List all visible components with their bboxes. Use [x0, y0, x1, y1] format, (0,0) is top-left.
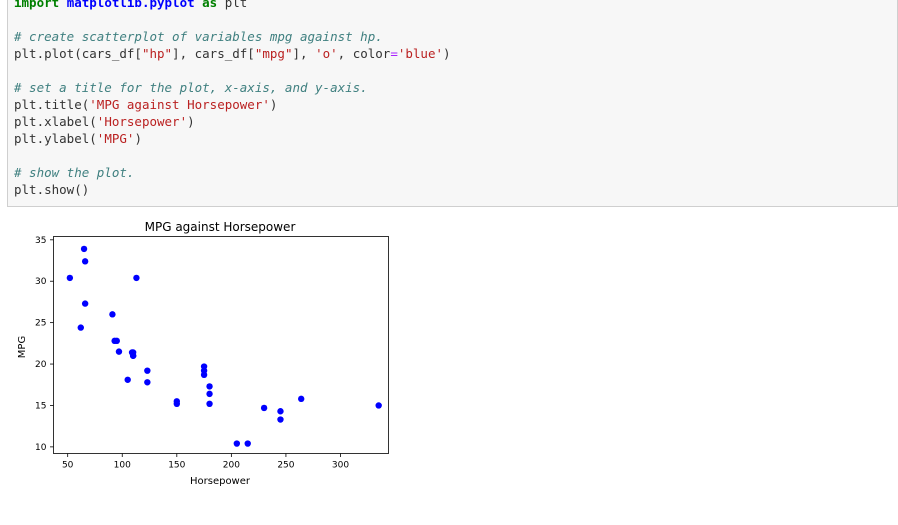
- code-line: plt.ylabel('MPG'): [14, 130, 142, 147]
- code-token: 'MPG': [96, 131, 135, 146]
- code-token: =: [390, 46, 398, 61]
- code-token: 'Horsepower': [96, 114, 188, 129]
- y-tick-label: 25: [35, 319, 46, 329]
- y-tick-label: 20: [35, 360, 47, 370]
- code-token: "hp": [141, 46, 173, 61]
- data-point: [81, 258, 89, 265]
- code-token: # set a title for the plot, x-axis, and …: [14, 80, 368, 95]
- data-point: [277, 408, 284, 415]
- code-line: # show the plot.: [14, 164, 134, 181]
- x-tick-label: 200: [223, 461, 240, 471]
- data-point: [115, 348, 123, 355]
- x-tick-label: 150: [168, 461, 185, 471]
- code-line: plt.show(): [14, 181, 89, 198]
- data-point: [144, 379, 151, 386]
- code-token: plt.plot(cars_df[: [14, 46, 142, 61]
- code-line: import matplotlib.pyplot as plt: [14, 0, 247, 11]
- y-tick-label: 35: [35, 236, 46, 246]
- code-token: ): [443, 46, 451, 61]
- code-token: ): [187, 114, 195, 129]
- x-tick-label: 100: [114, 461, 131, 471]
- chart-title: MPG against Horsepower: [145, 220, 296, 234]
- data-point: [81, 300, 89, 307]
- code-line: plt.plot(cars_df["hp"], cars_df["mpg"], …: [14, 45, 451, 62]
- code-token: plt.show(): [14, 182, 90, 197]
- data-point: [233, 440, 241, 447]
- data-point: [375, 402, 382, 409]
- code-token: ): [134, 131, 142, 146]
- scatter-chart: MPG against Horsepower Horsepower MPG 50…: [17, 220, 389, 487]
- code-token: , color: [337, 46, 391, 61]
- data-point: [128, 349, 136, 356]
- data-point: [200, 363, 208, 370]
- y-axis-ticks: 10 15 20 25 30 35: [35, 236, 54, 453]
- output-area: MPG against Horsepower Horsepower MPG 50…: [0, 208, 898, 520]
- code-token: plt.ylabel(: [14, 131, 97, 146]
- data-point: [77, 324, 84, 331]
- code-token: # show the plot.: [14, 165, 135, 180]
- code-line: plt.xlabel('Horsepower'): [14, 113, 195, 130]
- data-point: [133, 274, 140, 282]
- code-token: plt: [217, 0, 248, 10]
- y-tick-label: 30: [35, 277, 47, 287]
- code-token: plt.xlabel(: [14, 114, 97, 129]
- x-axis-ticks: 50 100 150 200 250 300: [62, 453, 349, 471]
- data-point: [124, 376, 131, 383]
- code-token: 'o': [315, 46, 338, 61]
- data-point: [206, 400, 213, 408]
- code-token: matplotlib.pyplot: [66, 0, 195, 10]
- data-point: [277, 416, 284, 423]
- code-token: import: [14, 0, 60, 10]
- data-point: [80, 245, 88, 253]
- data-point: [144, 367, 151, 374]
- data-point: [173, 400, 181, 408]
- data-point: [298, 395, 305, 403]
- code-token: ],: [292, 46, 316, 61]
- plot-area-frame: [53, 236, 389, 454]
- data-point: [113, 337, 120, 345]
- data-point: [244, 440, 251, 447]
- x-tick-label: 300: [332, 461, 349, 471]
- data-point: [260, 404, 268, 412]
- data-points: [66, 245, 382, 447]
- data-point: [206, 390, 213, 398]
- code-token: ], cars_df[: [172, 46, 255, 61]
- code-token: plt.title(: [14, 97, 90, 112]
- code-token: 'MPG against Horsepower': [89, 97, 270, 112]
- code-token: ): [269, 97, 278, 112]
- x-tick-label: 250: [277, 461, 294, 471]
- x-axis-label: Horsepower: [190, 476, 251, 487]
- code-line: plt.title('MPG against Horsepower'): [14, 96, 277, 113]
- x-tick-label: 50: [62, 461, 74, 471]
- y-axis-label: MPG: [17, 336, 28, 358]
- code-token: 'blue': [397, 46, 444, 61]
- data-point: [66, 274, 74, 282]
- y-tick-label: 10: [35, 443, 47, 453]
- y-tick-label: 15: [35, 401, 46, 411]
- data-point: [109, 311, 116, 318]
- code-line: # set a title for the plot, x-axis, and …: [14, 79, 368, 96]
- code-token: "mpg": [254, 46, 293, 61]
- code-line: # create scatterplot of variables mpg ag…: [14, 28, 383, 45]
- code-token: # create scatterplot of variables mpg ag…: [14, 29, 383, 44]
- code-token: as: [202, 0, 218, 10]
- data-point: [206, 383, 213, 390]
